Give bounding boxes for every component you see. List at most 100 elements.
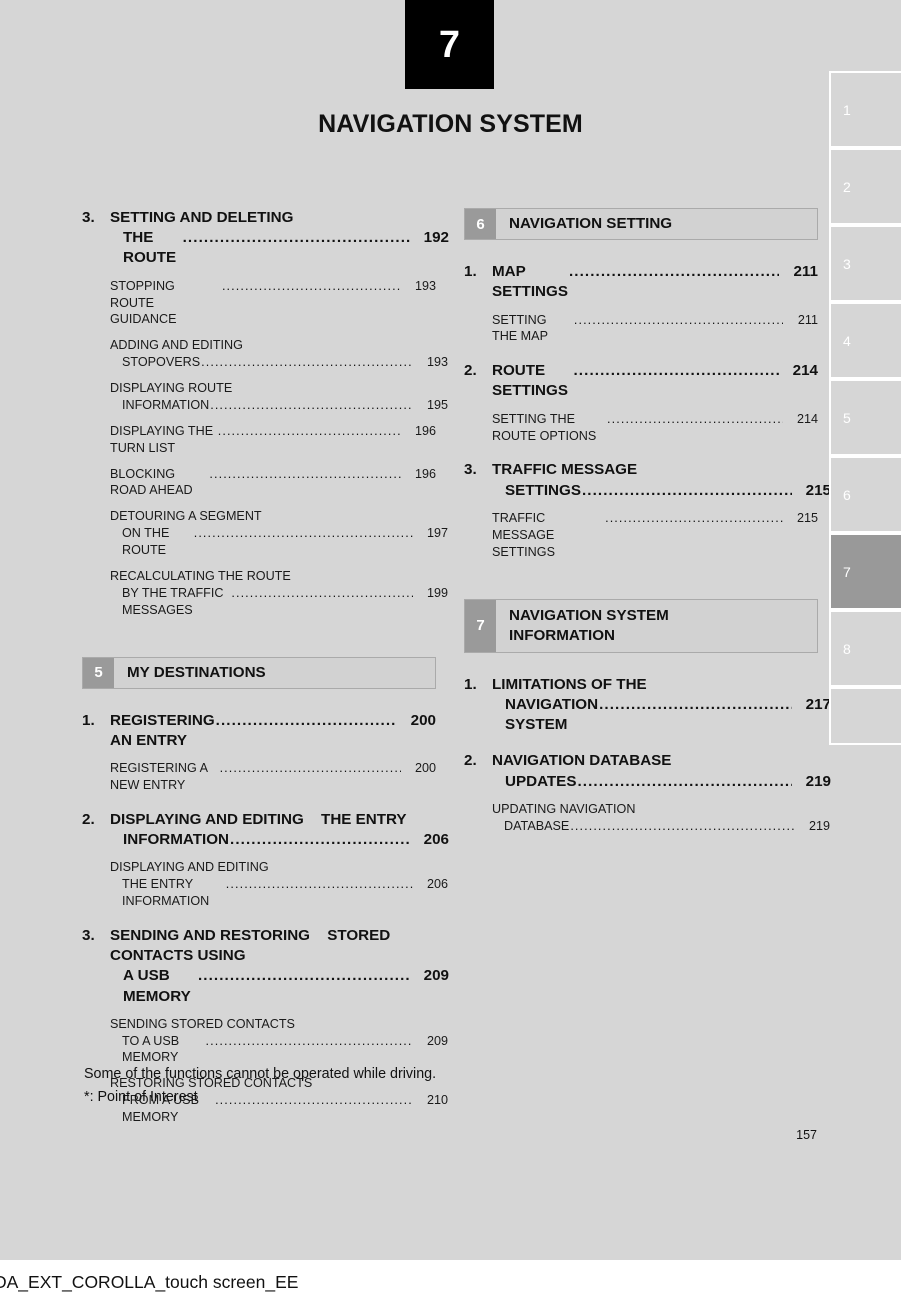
toc-entry-level1[interactable]: 3. TRAFFIC MESSAGE SETTINGS ............…: [464, 460, 831, 500]
chapter-tab-1[interactable]: 1: [829, 71, 901, 148]
chapter-tab-label: 8: [843, 640, 851, 657]
leader-dots: ........................................…: [210, 397, 413, 412]
chapter-tab-7[interactable]: 7: [829, 533, 901, 610]
entry-title-line: NAVIGATION SYSTEM: [505, 695, 603, 734]
chapter-tab-8[interactable]: 8: [829, 610, 901, 687]
entry-number: 1.: [464, 263, 477, 281]
entry-title-line: LIMITATIONS OF THE: [492, 675, 647, 693]
subentry-title-line: BLOCKING ROAD AHEAD: [110, 466, 193, 498]
toc-entry-level1[interactable]: 3. SETTING AND DELETING THE ROUTE ......…: [82, 208, 449, 269]
subentry-title-line: BY THE TRAFFIC MESSAGES: [122, 585, 227, 617]
entry-page-number: 219: [805, 772, 831, 790]
entry-number: 3.: [82, 926, 95, 944]
toc-entry-level2[interactable]: BLOCKING ROAD AHEAD ....................…: [110, 466, 436, 500]
entry-title-line: TRAFFIC MESSAGE: [492, 461, 638, 479]
subentry-title-line: STOPOVERS: [122, 355, 201, 370]
leader-dots: ........................................…: [230, 831, 410, 848]
toc-entry-level2[interactable]: RECALCULATING THE ROUTE BY THE TRAFFIC M…: [110, 568, 448, 619]
toc-entry-level2[interactable]: DETOURING A SEGMENT ON THE ROUTE .......…: [110, 508, 448, 559]
subentry-title-line: DETOURING A SEGMENT: [110, 509, 262, 524]
toc-right-column: 6 NAVIGATION SETTING 1. MAP SETTINGS ...…: [464, 208, 831, 1126]
subentry-page-number: 199: [426, 585, 448, 600]
entry-number: 3.: [82, 209, 95, 226]
section-number: 6: [465, 209, 496, 240]
toc-entry-level2[interactable]: DISPLAYING ROUTE INFORMATION ...........…: [110, 380, 448, 414]
toc-entry-level2[interactable]: DISPLAYING THE TURN LIST ...............…: [110, 423, 436, 457]
subentry-title-line: SETTING THE ROUTE OPTIONS: [492, 411, 597, 443]
toc-entry-level2[interactable]: SENDING STORED CONTACTS TO A USB MEMORY …: [110, 1016, 448, 1067]
page-number: 157: [796, 1128, 817, 1142]
subentry-title-line: DISPLAYING AND EDITING: [110, 860, 269, 875]
leader-dots: ........................................…: [577, 772, 792, 790]
chapter-tab-6[interactable]: 6: [829, 456, 901, 533]
section-header-my-destinations[interactable]: 5 MY DESTINATIONS: [82, 656, 436, 689]
toc-entry-level2[interactable]: DISPLAYING AND EDITING THE ENTRY INFORMA…: [110, 859, 448, 910]
entry-page-number: 209: [423, 967, 449, 985]
entry-title-line: THE ENTRY: [321, 810, 407, 828]
section-title: MY DESTINATIONS: [127, 663, 266, 681]
toc-entry-level2[interactable]: STOPPING ROUTE GUIDANCE ................…: [110, 278, 436, 329]
subentry-title-line: ON THE ROUTE: [122, 526, 173, 558]
section-header-navigation-setting[interactable]: 6 NAVIGATION SETTING: [464, 208, 818, 241]
entry-number: 2.: [82, 810, 95, 828]
chapter-tab-blank: [829, 687, 901, 745]
entry-title-line: INFORMATION: [123, 831, 230, 848]
subentry-title-line: STOPPING ROUTE GUIDANCE: [110, 278, 179, 327]
toc-left-column: 3. SETTING AND DELETING THE ROUTE ......…: [82, 208, 449, 1126]
leader-dots: ........................................…: [573, 312, 783, 327]
entry-title-line: ROUTE SETTINGS: [492, 362, 568, 400]
leader-dots: ........................................…: [217, 423, 401, 438]
subentry-page-number: 197: [426, 526, 448, 541]
leader-dots: ........................................…: [221, 278, 401, 293]
leader-dots: ........................................…: [581, 481, 792, 499]
entry-title-line: THE ROUTE: [123, 229, 177, 267]
subentry-title-line: TO A USB MEMORY: [122, 1033, 183, 1065]
entry-page-number: 206: [423, 831, 449, 848]
chapter-tab-3[interactable]: 3: [829, 225, 901, 302]
leader-dots: ........................................…: [573, 362, 779, 380]
toc-entry-level2[interactable]: SETTING THE MAP ........................…: [492, 312, 818, 346]
page-sheet: 7 NAVIGATION SYSTEM 3. SETTING AND DELET…: [0, 0, 901, 1260]
chapter-tab-5[interactable]: 5: [829, 379, 901, 456]
leader-dots: ........................................…: [570, 818, 795, 833]
toc-entry-level1[interactable]: 1. REGISTERING AN ENTRY ................…: [82, 711, 436, 751]
chapter-number: 7: [438, 23, 461, 66]
subentry-title-line: DISPLAYING ROUTE: [110, 381, 233, 396]
entry-title-line: A USB MEMORY: [123, 967, 191, 1005]
chapter-tab-label: 4: [843, 332, 851, 349]
chapter-tab-4[interactable]: 4: [829, 302, 901, 379]
leader-dots: ........................................…: [568, 263, 779, 281]
subentry-title-line: TRAFFIC MESSAGE SETTINGS: [492, 510, 558, 559]
toc-entry-level1[interactable]: 1. LIMITATIONS OF THE NAVIGATION SYSTEM …: [464, 675, 831, 736]
chapter-tab-2[interactable]: 2: [829, 148, 901, 225]
toc-entry-level2[interactable]: SETTING THE ROUTE OPTIONS ..............…: [492, 411, 818, 445]
section-header-navigation-system-information[interactable]: 7 NAVIGATION SYSTEM INFORMATION: [464, 598, 818, 653]
toc-entry-level1[interactable]: 2. DISPLAYING AND EDITING THE ENTRY INFO…: [82, 810, 449, 850]
leader-dots: ........................................…: [201, 355, 413, 370]
toc-entry-level2[interactable]: ADDING AND EDITING STOPOVERS ...........…: [110, 337, 448, 371]
entry-page-number: 215: [805, 481, 831, 499]
entry-title-line: SENDING AND RESTORING: [110, 926, 310, 944]
subentry-page-number: 195: [426, 397, 448, 412]
subentry-title-line: DATABASE: [504, 818, 570, 833]
page-title: NAVIGATION SYSTEM: [318, 110, 583, 138]
entry-number: 2.: [464, 362, 477, 380]
toc-entry-level2[interactable]: UPDATING NAVIGATION DATABASE ...........…: [492, 801, 830, 835]
leader-dots: ........................................…: [182, 229, 410, 247]
footnote-poi-legend: *: Point of Interest: [84, 1089, 198, 1106]
entry-title-line: SETTING AND DELETING: [110, 209, 294, 226]
section-title-line1: NAVIGATION SYSTEM: [509, 606, 669, 624]
toc-entry-level2[interactable]: REGISTERING A NEW ENTRY ................…: [110, 760, 436, 794]
toc-entry-level1[interactable]: 1. MAP SETTINGS ........................…: [464, 262, 818, 302]
toc-entry-level2[interactable]: TRAFFIC MESSAGE SETTINGS ...............…: [492, 510, 818, 561]
entry-page-number: 214: [792, 362, 818, 380]
subentry-page-number: 206: [426, 877, 448, 892]
toc-entry-level1[interactable]: 3. SENDING AND RESTORING STORED CONTACTS…: [82, 926, 449, 1007]
subentry-title-line: ADDING AND EDITING: [110, 338, 243, 353]
subentry-title-line: INFORMATION: [122, 397, 210, 412]
toc-entry-level1[interactable]: 2. ROUTE SETTINGS ......................…: [464, 361, 818, 401]
leader-dots: ........................................…: [225, 877, 413, 892]
entry-title-line: NAVIGATION DATABASE: [492, 752, 672, 770]
toc-entry-level1[interactable]: 2. NAVIGATION DATABASE UPDATES .........…: [464, 751, 831, 791]
entry-number: 3.: [464, 461, 477, 479]
